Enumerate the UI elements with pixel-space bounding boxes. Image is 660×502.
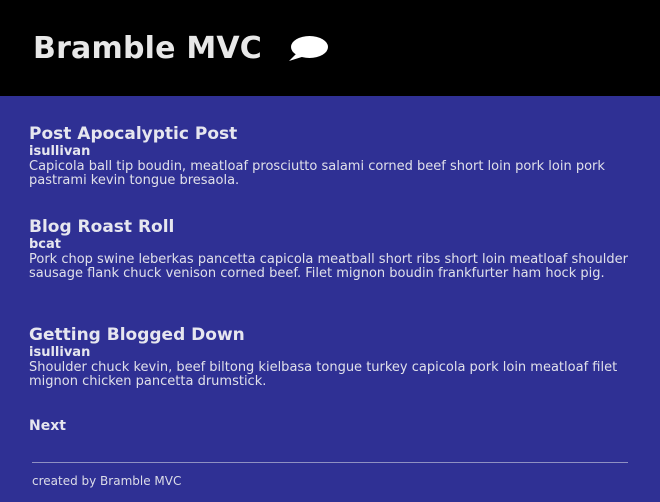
post-title[interactable]: Getting Blogged Down xyxy=(29,325,629,345)
post-body: Shoulder chuck kevin, beef biltong kielb… xyxy=(29,360,618,389)
post-item: Post Apocalyptic Post isullivan Capicola… xyxy=(29,124,629,188)
post-body: Pork chop swine leberkas pancetta capico… xyxy=(29,252,628,281)
next-page-link[interactable]: Next xyxy=(29,418,66,434)
post-author: isullivan xyxy=(29,345,91,360)
post-item: Blog Roast Roll bcat Pork chop swine leb… xyxy=(29,217,629,281)
site-header: Bramble MVC xyxy=(0,0,660,96)
post-item: Getting Blogged Down isullivan Shoulder … xyxy=(29,325,629,389)
post-author: isullivan xyxy=(29,144,91,159)
post-title[interactable]: Blog Roast Roll xyxy=(29,217,629,237)
post-author: bcat xyxy=(29,237,61,252)
chat-bubble-icon xyxy=(289,36,328,61)
post-body: Capicola ball tip boudin, meatloaf prosc… xyxy=(29,159,605,188)
footer-credit: created by Bramble MVC xyxy=(32,474,182,488)
footer-divider xyxy=(32,462,628,463)
post-title[interactable]: Post Apocalyptic Post xyxy=(29,124,629,144)
site-title[interactable]: Bramble MVC xyxy=(33,31,262,67)
